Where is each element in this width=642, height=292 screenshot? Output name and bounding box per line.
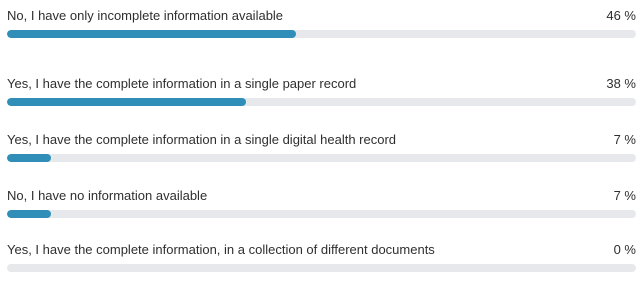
option-label: Yes, I have the complete information, in… bbox=[7, 242, 435, 257]
poll-option-2: Yes, I have the complete information in … bbox=[0, 72, 642, 126]
poll-option-4: No, I have no information available 7 % bbox=[0, 184, 642, 238]
poll-option-3: Yes, I have the complete information in … bbox=[0, 128, 642, 182]
poll-results: No, I have only incomplete information a… bbox=[0, 0, 642, 273]
bar-track bbox=[7, 30, 636, 38]
bar-fill bbox=[7, 98, 247, 106]
option-label: Yes, I have the complete information in … bbox=[7, 76, 357, 91]
bar-track bbox=[7, 210, 636, 218]
option-percent: 46 % bbox=[606, 8, 636, 23]
bar-fill bbox=[7, 30, 297, 38]
poll-option-1: No, I have only incomplete information a… bbox=[0, 4, 642, 58]
bar-track bbox=[7, 98, 636, 106]
option-percent: 7 % bbox=[613, 132, 636, 147]
option-label: No, I have no information available bbox=[7, 188, 208, 203]
option-label: No, I have only incomplete information a… bbox=[7, 8, 284, 23]
option-percent: 38 % bbox=[606, 76, 636, 91]
bar-fill bbox=[7, 154, 52, 162]
option-percent: 0 % bbox=[613, 242, 636, 257]
bar-track bbox=[7, 264, 636, 272]
bar-fill bbox=[7, 210, 52, 218]
bar-track bbox=[7, 154, 636, 162]
option-percent: 7 % bbox=[613, 188, 636, 203]
option-label: Yes, I have the complete information in … bbox=[7, 132, 397, 147]
poll-option-5: Yes, I have the complete information, in… bbox=[0, 238, 642, 292]
